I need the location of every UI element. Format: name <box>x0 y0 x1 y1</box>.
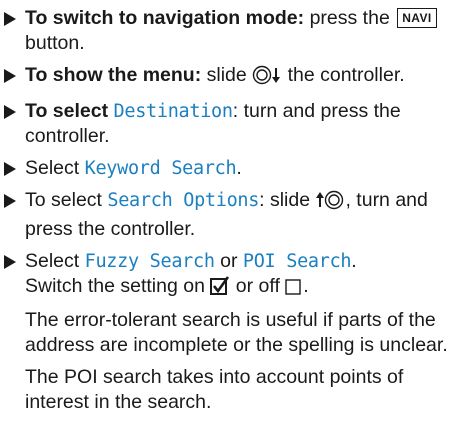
step-search-options: To select Search Options: slide , turn a… <box>4 188 457 242</box>
step-text: . <box>303 275 309 297</box>
step-text: . <box>236 157 242 179</box>
controller-slide-up-icon <box>315 190 345 217</box>
ui-term-destination: Destination <box>113 101 234 122</box>
step-keyword-search: Select Keyword Search. <box>4 156 457 181</box>
step-text: Select <box>25 157 85 179</box>
instructions-page: To switch to navigation mode: press the … <box>0 0 463 425</box>
bullet-icon <box>4 194 16 208</box>
step-lead: To select <box>25 100 114 122</box>
step-text: To select <box>25 189 108 211</box>
step-navigation-mode: To switch to navigation mode: press the … <box>4 6 457 56</box>
step-fuzzy-poi-search: Select Fuzzy Search or POI Search. Switc… <box>4 249 457 303</box>
ui-term-poi-search: POI Search <box>242 251 352 272</box>
checkbox-empty-icon <box>285 278 303 303</box>
note-poi-search: The POI search takes into account points… <box>25 366 404 413</box>
step-text: slide <box>201 64 253 86</box>
step-text: or <box>214 250 243 272</box>
bullet-icon <box>4 12 16 26</box>
navi-key-label: NAVI <box>397 8 437 28</box>
bullet-icon <box>4 69 16 83</box>
ui-term-keyword-search: Keyword Search <box>84 158 237 179</box>
bullet-icon <box>4 105 16 119</box>
ui-term-fuzzy-search: Fuzzy Search <box>84 251 215 272</box>
step-lead: To show the menu: <box>25 64 202 86</box>
step-lead: To switch to navigation mode: <box>25 7 305 29</box>
step-text: Select <box>25 250 85 272</box>
step-show-menu: To show the menu: slide the controller. <box>4 63 457 92</box>
bullet-icon <box>4 255 16 269</box>
controller-slide-down-icon <box>252 65 282 92</box>
step-text: : slide <box>259 189 316 211</box>
bullet-icon <box>4 162 16 176</box>
step-text: or off <box>230 275 286 297</box>
step-select-destination: To select Destination: turn and press th… <box>4 99 457 149</box>
step-text: button. <box>25 32 85 54</box>
note-error-tolerant-search: The error-tolerant search is useful if p… <box>25 309 448 356</box>
step-text: the controller. <box>282 64 405 86</box>
step-text: Switch the setting on <box>25 275 211 297</box>
checkbox-checked-icon <box>210 276 230 303</box>
step-text: press the <box>304 7 396 29</box>
ui-term-search-options: Search Options <box>107 190 260 211</box>
step-text: . <box>351 250 357 272</box>
